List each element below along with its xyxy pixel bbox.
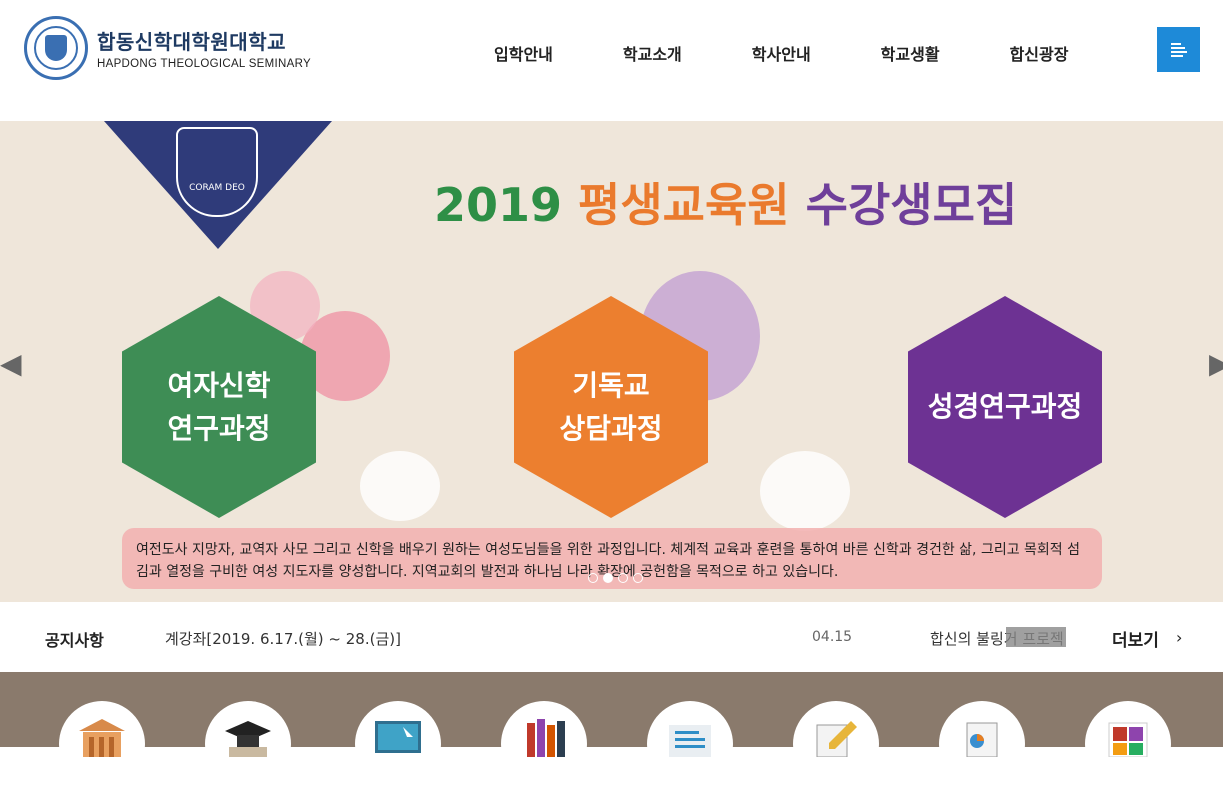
site-header: 합동신학대학원대학교 HAPDONG THEOLOGICAL SEMINARY … — [0, 0, 1223, 121]
nav-about[interactable]: 학교소개 — [623, 41, 682, 65]
logo-korean-name: 합동신학대학원대학교 — [97, 30, 286, 54]
hero-banner[interactable]: CORAM DEO 2019 평생교육원 수강생모집 여자신학 연구과정 기독교… — [0, 121, 1223, 602]
quick-menu — [0, 672, 1223, 787]
nav-plaza[interactable]: 합신광장 — [1010, 41, 1069, 65]
slide-indicators — [588, 573, 643, 583]
slide-dot[interactable] — [588, 573, 598, 583]
newsletter-icon[interactable] — [647, 701, 733, 787]
site-logo[interactable]: 합동신학대학원대학교 HAPDONG THEOLOGICAL SEMINARY — [24, 16, 311, 80]
notice-label: 공지사항 — [45, 631, 104, 650]
graduation-cap-icon[interactable] — [205, 701, 291, 787]
hero-title-mid: 평생교육원 — [578, 178, 790, 232]
course-bible-study[interactable]: 성경연구과정 — [908, 296, 1102, 518]
slide-dot[interactable] — [618, 573, 628, 583]
notice-bar: 공지사항 계강좌[2019. 6.17.(월) ~ 28.(금)] 04.15 … — [0, 602, 1223, 672]
books-icon[interactable] — [501, 701, 587, 787]
slide-dot-active[interactable] — [603, 573, 613, 583]
prev-arrow-icon[interactable]: ◀ — [0, 347, 22, 380]
building-icon[interactable] — [59, 701, 145, 787]
hero-title: 2019 평생교육원 수강생모집 — [434, 169, 1017, 235]
notice-date: 04.15 — [812, 629, 853, 645]
next-arrow-icon[interactable]: ▶ — [1209, 347, 1223, 380]
computer-click-icon[interactable] — [355, 701, 441, 787]
nav-academics[interactable]: 학사안내 — [752, 41, 811, 65]
gallery-icon[interactable] — [1085, 701, 1171, 787]
seal-icon — [24, 16, 88, 80]
coram-deo-emblem: CORAM DEO — [176, 127, 258, 217]
nav-admission[interactable]: 입학안내 — [494, 41, 553, 65]
slide-dot[interactable] — [633, 573, 643, 583]
menu-button[interactable] — [1157, 27, 1200, 72]
hero-title-end: 수강생모집 — [805, 178, 1018, 232]
notice-item[interactable]: 계강좌[2019. 6.17.(월) ~ 28.(금)] — [165, 628, 401, 649]
nav-campus-life[interactable]: 학교생활 — [881, 41, 940, 65]
ticker-overlay — [1006, 627, 1066, 647]
chevron-right-icon[interactable]: › — [1176, 628, 1182, 647]
more-link[interactable]: 더보기 — [1112, 626, 1159, 651]
edit-pencil-icon[interactable] — [793, 701, 879, 787]
menu-icon — [1170, 42, 1187, 57]
hero-title-year: 2019 — [434, 178, 563, 232]
report-chart-icon[interactable] — [939, 701, 1025, 787]
main-nav: 입학안내 학교소개 학사안내 학교생활 합신광장 — [494, 41, 1138, 65]
logo-english-name: HAPDONG THEOLOGICAL SEMINARY — [97, 58, 311, 70]
